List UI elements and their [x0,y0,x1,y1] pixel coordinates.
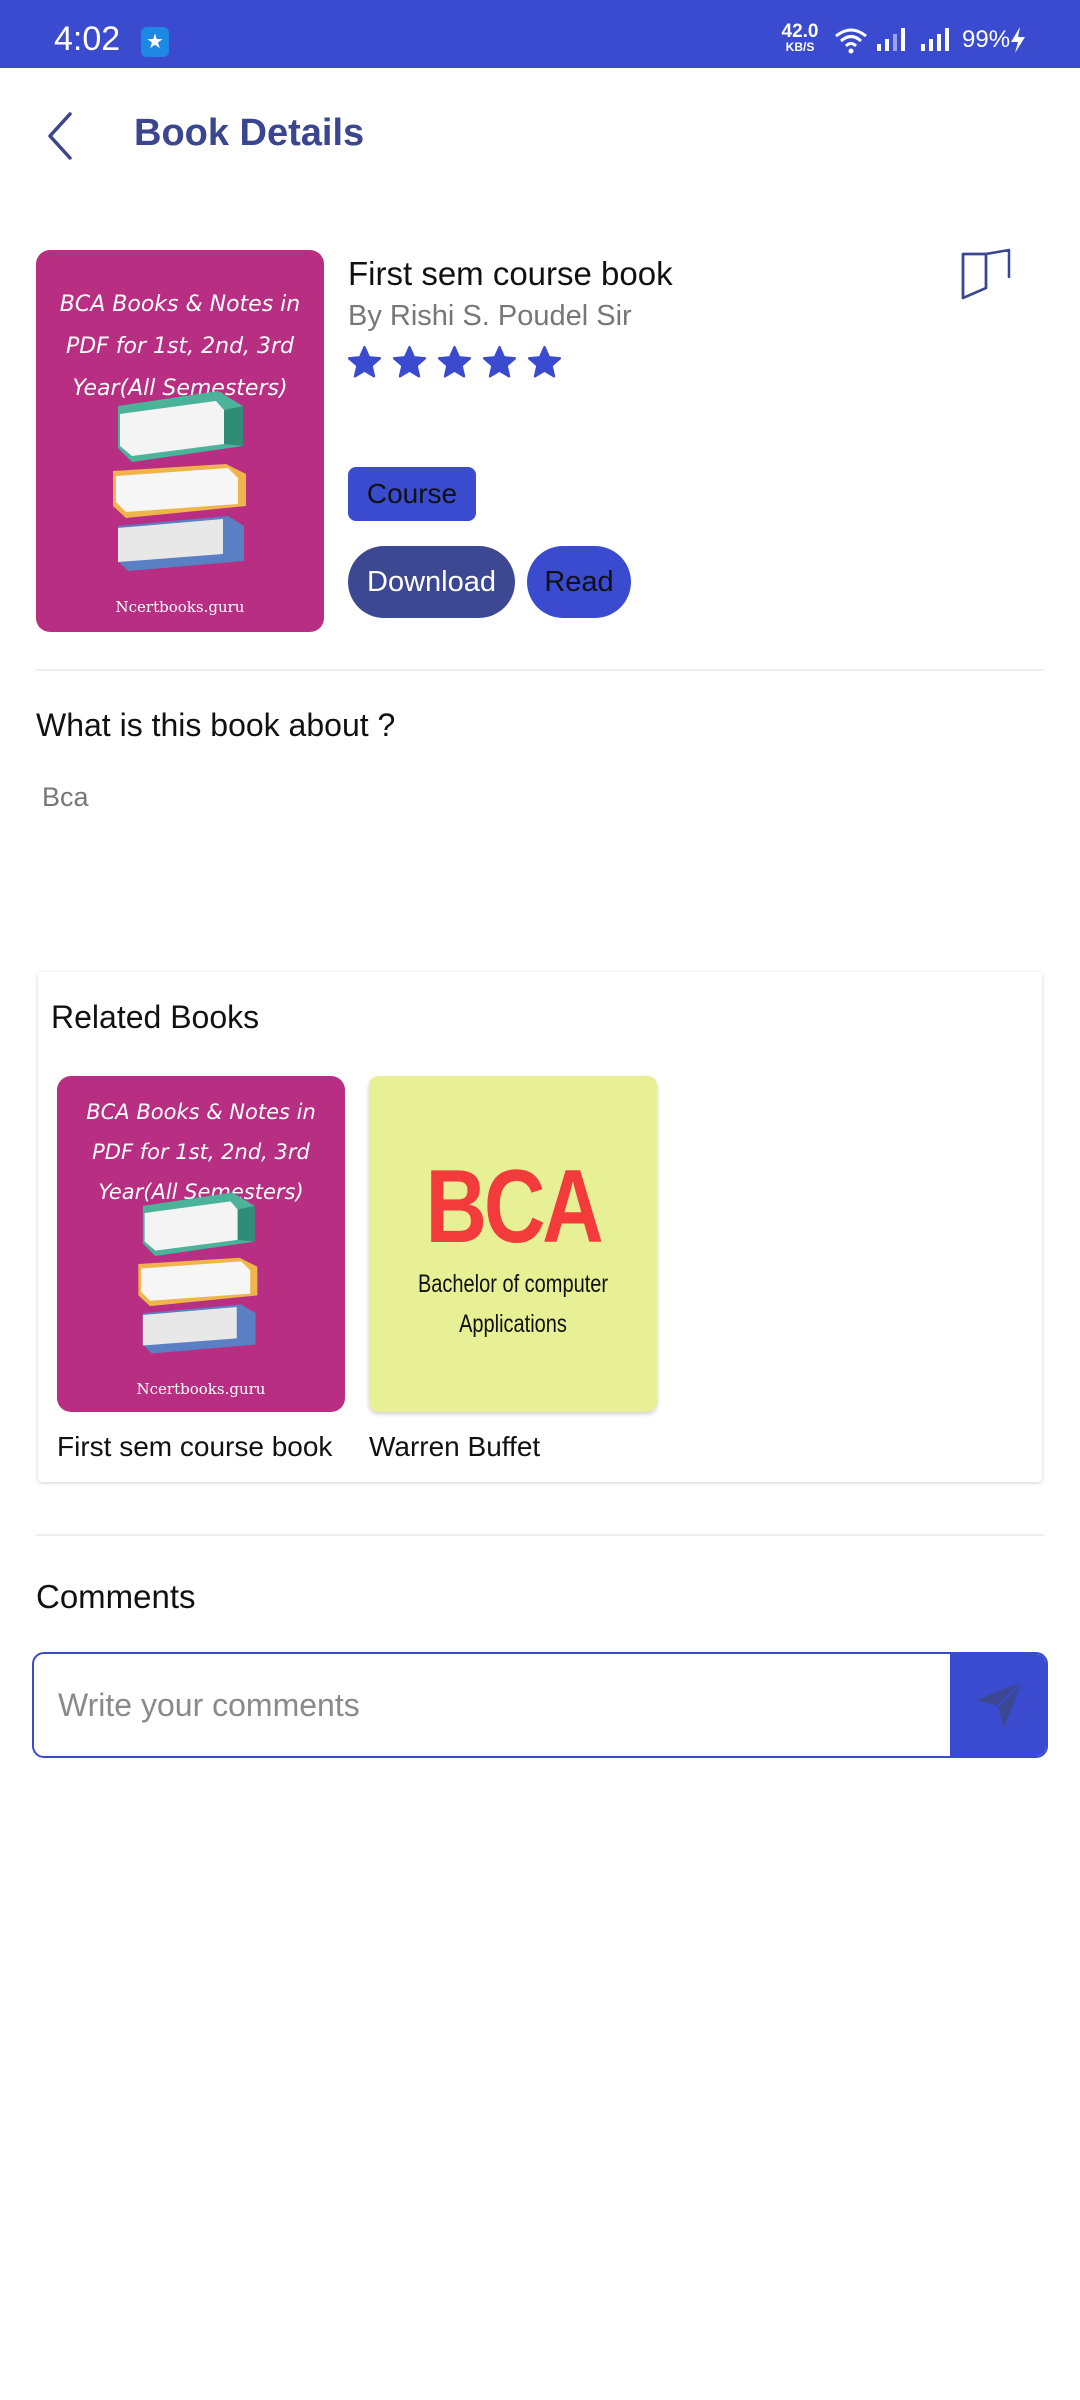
bca-cover-subtitle-line2: Applications [459,1310,567,1338]
download-button[interactable]: Download [348,546,515,618]
page-title: Book Details [134,112,365,154]
back-button[interactable] [36,104,92,168]
comment-box [32,1652,1048,1758]
rating-stars [346,344,563,381]
wifi-icon [835,28,867,54]
charging-icon [1011,27,1025,53]
status-time: 4:02 [54,20,121,58]
signal-sim2-icon [921,28,949,51]
read-button[interactable]: Read [527,546,631,618]
network-speed-value: 42.0 [781,21,819,42]
book-cover: BCA Books & Notes in PDF for 1st, 2nd, 3… [36,250,324,632]
books-stack-illustration [113,391,246,571]
send-icon [976,1681,1023,1728]
signal-sim1-icon [877,28,905,51]
related-book-cover[interactable]: BCA Books & Notes in PDF for 1st, 2nd, 3… [57,1076,345,1412]
book-author: By Rishi S. Poudel Sir [348,300,632,332]
related-book-title[interactable]: First sem course book [57,1431,332,1463]
bca-cover-subtitle: Bachelor of computer Applications [398,1264,628,1344]
comments-title: Comments [36,1578,196,1615]
category-tag[interactable]: Course [348,467,476,521]
book-title: First sem course book [348,255,673,292]
about-text: Bca [42,782,89,812]
status-bar: 4:02 ★ 42.0 KB/S 99% [0,0,1080,68]
bookmark-button[interactable] [960,248,1012,302]
star-icon [481,344,518,381]
comment-input[interactable] [58,1654,938,1756]
related-book-cover[interactable]: BCA Bachelor of computer Applications [369,1076,657,1412]
star-icon [346,344,383,381]
star-icon [436,344,473,381]
battery-level: 99% [962,26,1011,53]
network-speed: 42.0 KB/S [776,22,824,53]
star-icon [391,344,428,381]
books-stack-illustration [138,1192,258,1354]
usb-icon: ★ [141,27,169,57]
related-books-title: Related Books [51,999,260,1035]
send-comment-button[interactable] [950,1654,1046,1756]
related-book-title[interactable]: Warren Buffet [369,1431,540,1463]
divider [36,669,1044,671]
related-book-cover-footer: Ncertbooks.guru [136,1380,266,1398]
bca-cover-subtitle-line1: Bachelor of computer [417,1270,609,1298]
bca-cover-title: BCA [425,1149,604,1265]
bookmark-icon [961,248,1011,300]
divider [36,1534,1044,1536]
book-cover-footer: Ncertbooks.guru [115,598,245,616]
about-section-title: What is this book about ? [36,707,396,743]
back-arrow-icon [48,112,72,160]
network-speed-unit: KB/S [785,40,815,54]
star-icon [526,344,563,381]
related-books-card: Related Books BCA Books & Notes in PDF f… [38,972,1042,1482]
